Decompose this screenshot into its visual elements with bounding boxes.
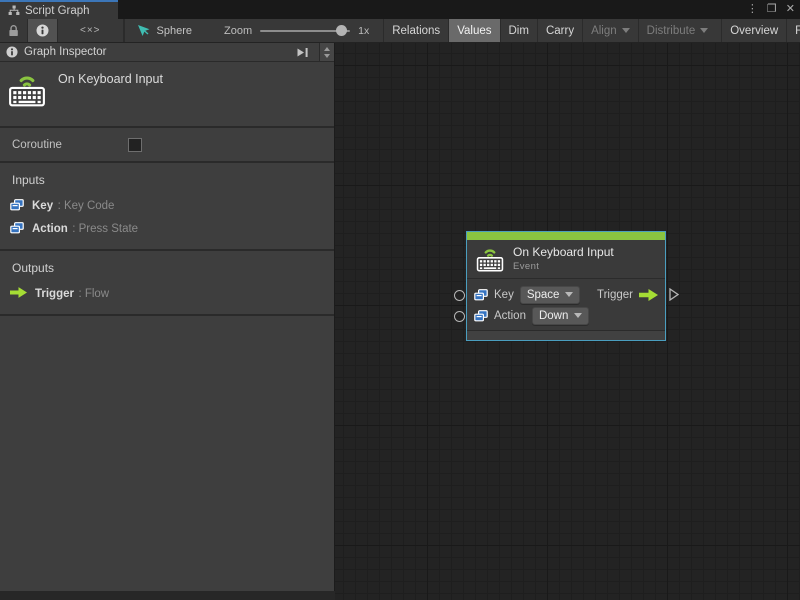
zoom-slider-handle[interactable] <box>336 24 348 36</box>
code-icon: <×> <box>80 25 101 36</box>
node-body: Key Space Trigger Action Down <box>467 279 665 330</box>
chevron-down-icon <box>621 28 630 33</box>
window-menu-icon[interactable]: ⋮ <box>747 0 758 19</box>
node-on-keyboard-input[interactable]: On Keyboard Input Event Key Space Trigge… <box>466 231 666 341</box>
node-header-text: On Keyboard Input Event <box>513 245 614 272</box>
keyboard-event-icon <box>8 72 46 107</box>
inputs-section: Inputs Key : Key Code Action: Press Sta… <box>0 163 334 251</box>
graph-canvas[interactable]: On Keyboard Input Event Key Space Trigge… <box>335 43 800 600</box>
lock-icon <box>8 24 19 37</box>
chevron-down-icon <box>324 53 330 58</box>
outputs-section: Outputs Trigger : Flow <box>0 251 334 316</box>
edit-source-button[interactable]: <×> <box>58 19 124 42</box>
inspector-toggle-button[interactable] <box>28 19 58 42</box>
inputs-header: Inputs <box>12 173 45 187</box>
tab-bar: Script Graph ⋮ ❐ ✕ <box>0 0 800 19</box>
zoom-label: Zoom <box>224 24 253 37</box>
align-button[interactable]: Align <box>582 19 638 42</box>
unit-inspector-header: On Keyboard Input <box>0 62 334 128</box>
panel-scroll-spinner[interactable] <box>319 43 334 61</box>
input-row-key: Key : Key Code <box>0 193 334 216</box>
flow-arrow-icon <box>639 288 658 301</box>
node-footer <box>467 330 665 340</box>
node-row-action: Action Down <box>474 305 658 326</box>
graph-toolbar: <×> Sphere Zoom 1x Relations Values Dim … <box>0 19 800 43</box>
chevron-down-icon <box>700 28 709 33</box>
graph-inspector-panel: Graph Inspector On Keyboard Input Corout… <box>0 43 335 591</box>
value-port-icon <box>10 198 24 211</box>
coroutine-label: Coroutine <box>12 138 62 151</box>
chevron-down-icon <box>565 292 574 297</box>
relations-button[interactable]: Relations <box>383 19 448 42</box>
distribute-button[interactable]: Distribute <box>637 19 717 42</box>
flow-arrow-icon <box>10 287 27 298</box>
output-port-trigger[interactable] <box>669 288 679 301</box>
chevron-up-icon <box>324 46 330 51</box>
close-icon[interactable]: ✕ <box>786 0 795 19</box>
target-name: Sphere <box>156 24 193 37</box>
graph-target[interactable]: Sphere <box>123 19 202 42</box>
tab-script-graph[interactable]: Script Graph <box>0 0 118 19</box>
graph-hierarchy-icon <box>8 5 20 16</box>
maximize-icon[interactable]: ❐ <box>767 0 777 19</box>
node-subtitle: Event <box>513 261 540 272</box>
toolbar-buttons: Relations Values Dim Carry Align Distrib… <box>383 19 800 42</box>
value-port-icon <box>474 309 488 322</box>
keyboard-event-icon <box>476 246 504 272</box>
chevron-down-icon <box>574 313 583 318</box>
graph-inspector-header: Graph Inspector <box>0 43 334 62</box>
action-dropdown[interactable]: Down <box>531 306 590 325</box>
value-port-icon <box>474 288 488 301</box>
input-port-action[interactable] <box>454 311 465 322</box>
tab-title: Script Graph <box>25 4 90 17</box>
panel-bottom-strip <box>0 591 335 600</box>
action-port-label: Action <box>494 309 526 322</box>
fullscreen-button[interactable]: Full Screen <box>786 19 800 42</box>
output-row-trigger: Trigger : Flow <box>0 281 334 304</box>
value-port-icon <box>10 221 24 234</box>
inspector-title: Graph Inspector <box>24 46 107 58</box>
lock-button[interactable] <box>0 19 28 42</box>
outputs-header: Outputs <box>12 261 55 275</box>
unit-title: On Keyboard Input <box>58 72 163 86</box>
values-button[interactable]: Values <box>448 19 500 42</box>
key-port-label: Key <box>494 288 514 301</box>
dim-button[interactable]: Dim <box>499 19 537 42</box>
node-header[interactable]: On Keyboard Input Event <box>467 240 665 279</box>
zoom-value: 1x <box>358 24 370 37</box>
input-row-action: Action : Press State <box>0 216 334 239</box>
dock-sidebar-button[interactable] <box>292 47 313 58</box>
info-icon <box>6 46 18 58</box>
info-icon <box>36 24 49 37</box>
key-dropdown[interactable]: Space <box>519 285 581 304</box>
zoom-control: Zoom 1x <box>202 19 379 42</box>
trigger-port-label: Trigger <box>597 288 633 301</box>
script-graph-asset-icon <box>137 24 151 37</box>
trigger-port[interactable]: Trigger <box>597 288 658 301</box>
coroutine-row: Coroutine <box>0 128 334 163</box>
zoom-slider[interactable] <box>260 19 351 43</box>
overview-button[interactable]: Overview <box>721 19 786 42</box>
node-event-colorbar <box>467 232 665 240</box>
input-port-key[interactable] <box>454 290 465 301</box>
unity-script-graph-window: Script Graph ⋮ ❐ ✕ <×> Sphere Zoom 1x Re… <box>0 0 800 600</box>
window-controls: ⋮ ❐ ✕ <box>747 0 795 19</box>
node-row-key: Key Space Trigger <box>474 284 658 305</box>
dock-sidebar-icon <box>296 47 309 58</box>
coroutine-checkbox[interactable] <box>128 137 142 152</box>
carry-button[interactable]: Carry <box>536 19 582 42</box>
node-title: On Keyboard Input <box>513 245 614 259</box>
